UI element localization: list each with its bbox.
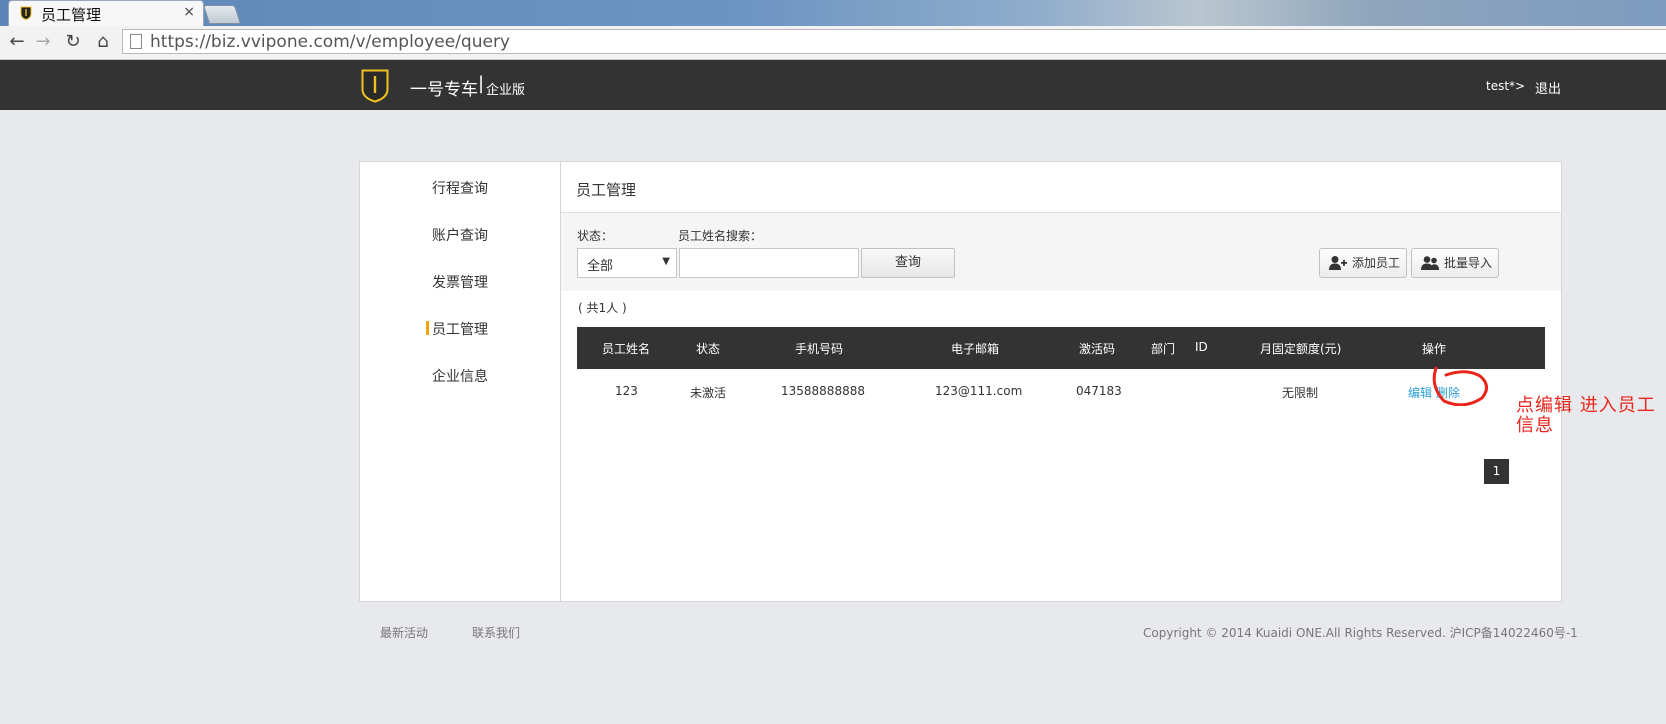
column-header-monthly-limit: 月固定额度(元)	[1260, 342, 1342, 356]
main-panel: 员工管理 状态： 员工姓名搜索： 全部 ▼ 查询 添加员工 批量导入 (共1人…	[561, 162, 1561, 601]
content-frame: 行程查询 账户查询 发票管理 员工管理 企业信息 员工管理 状态： 员工姓名搜索…	[359, 161, 1562, 602]
sidebar-item-invoice-management[interactable]: 发票管理	[360, 272, 560, 292]
address-bar-url[interactable]: https://biz.vvipone.com/v/employee/query	[150, 32, 510, 52]
column-header-email: 电子邮箱	[951, 342, 1000, 356]
cell-activation-code: 047183	[1076, 384, 1122, 398]
status-label: 状态：	[577, 229, 614, 243]
brand-shield-icon[interactable]	[361, 69, 389, 103]
users-icon	[1421, 256, 1439, 270]
sidebar-item-employee-management[interactable]: 员工管理	[360, 319, 560, 339]
address-bar[interactable]: https://biz.vvipone.com/v/employee/query	[122, 29, 1666, 54]
favicon-shield-icon	[20, 6, 32, 20]
dropdown-arrow-icon: ▼	[662, 256, 670, 267]
add-employee-button[interactable]: 添加员工	[1319, 248, 1407, 278]
edit-link[interactable]: 编辑	[1408, 384, 1432, 401]
cell-name: 123	[615, 384, 638, 398]
page-title: 员工管理	[576, 181, 637, 199]
sidebar-item-company-info[interactable]: 企业信息	[360, 366, 560, 386]
browser-toolbar: ← → ↻ ⌂ https://biz.vvipone.com/v/employ…	[0, 26, 1666, 60]
cell-status: 未激活	[690, 386, 727, 400]
cell-email: 123@111.com	[935, 384, 1023, 398]
copyright-text: Copyright © 2014 Kuaidi ONE.All Rights R…	[1143, 626, 1578, 640]
cell-phone: 13588888888	[781, 384, 865, 398]
column-header-phone: 手机号码	[795, 342, 844, 356]
browser-tab-strip: 员工管理 ×	[0, 0, 1666, 26]
batch-import-label: 批量导入	[1444, 256, 1493, 270]
annotation-circle	[1432, 366, 1488, 406]
home-icon[interactable]: ⌂	[92, 31, 114, 52]
column-header-department: 部门	[1151, 342, 1176, 356]
back-arrow-icon[interactable]: ←	[6, 31, 28, 52]
brand-separator: |	[478, 73, 485, 94]
column-header-status: 状态	[696, 342, 721, 356]
annotation-text: 点编辑 进入员工信息	[1516, 395, 1656, 436]
status-select[interactable]: 全部 ▼	[577, 248, 677, 278]
reload-icon[interactable]: ↻	[62, 31, 84, 52]
column-header-name: 员工姓名	[602, 342, 651, 356]
name-search-input[interactable]	[679, 248, 859, 278]
filter-bar: 状态： 员工姓名搜索： 全部 ▼ 查询 添加员工 批量导入	[561, 213, 1561, 291]
table-header-row: 员工姓名 状态 手机号码 电子邮箱 激活码 部门 ID 月固定额度(元) 操作	[577, 327, 1545, 369]
column-header-actions: 操作	[1422, 342, 1447, 356]
brand-name[interactable]: 一号专车	[410, 75, 478, 100]
brand-edition: 企业版	[486, 83, 526, 98]
batch-import-button[interactable]: 批量导入	[1411, 248, 1499, 278]
cell-monthly-limit: 无限制	[1282, 386, 1319, 400]
tab-close-icon[interactable]: ×	[183, 4, 195, 20]
forward-arrow-icon[interactable]: →	[32, 31, 54, 52]
add-user-icon	[1329, 256, 1347, 270]
name-search-label: 员工姓名搜索：	[678, 229, 763, 243]
page-document-icon	[130, 34, 142, 49]
sidebar-item-account-query[interactable]: 账户查询	[360, 225, 560, 245]
site-header: 一号专车 | 企业版 test*> 退出	[0, 60, 1666, 110]
footer-link-latest-activities[interactable]: 最新活动	[380, 624, 428, 641]
column-header-activation-code: 激活码	[1079, 342, 1116, 356]
column-header-id: ID	[1195, 340, 1208, 354]
browser-tab-title: 员工管理	[41, 6, 102, 24]
user-menu-link[interactable]: test*>	[1486, 79, 1525, 93]
sidebar-item-trip-query[interactable]: 行程查询	[360, 178, 560, 198]
logout-link[interactable]: 退出	[1535, 78, 1561, 97]
query-button[interactable]: 查询	[861, 248, 955, 278]
result-count: ( 共1人 )	[578, 301, 627, 315]
new-tab-button[interactable]	[202, 5, 242, 24]
sidebar: 行程查询 账户查询 发票管理 员工管理 企业信息	[360, 162, 561, 601]
browser-tab[interactable]: 员工管理 ×	[8, 0, 204, 26]
status-select-value: 全部	[587, 259, 614, 274]
pagination-page-1[interactable]: 1	[1484, 459, 1509, 484]
footer-link-contact-us[interactable]: 联系我们	[472, 624, 520, 641]
add-employee-label: 添加员工	[1352, 256, 1401, 270]
